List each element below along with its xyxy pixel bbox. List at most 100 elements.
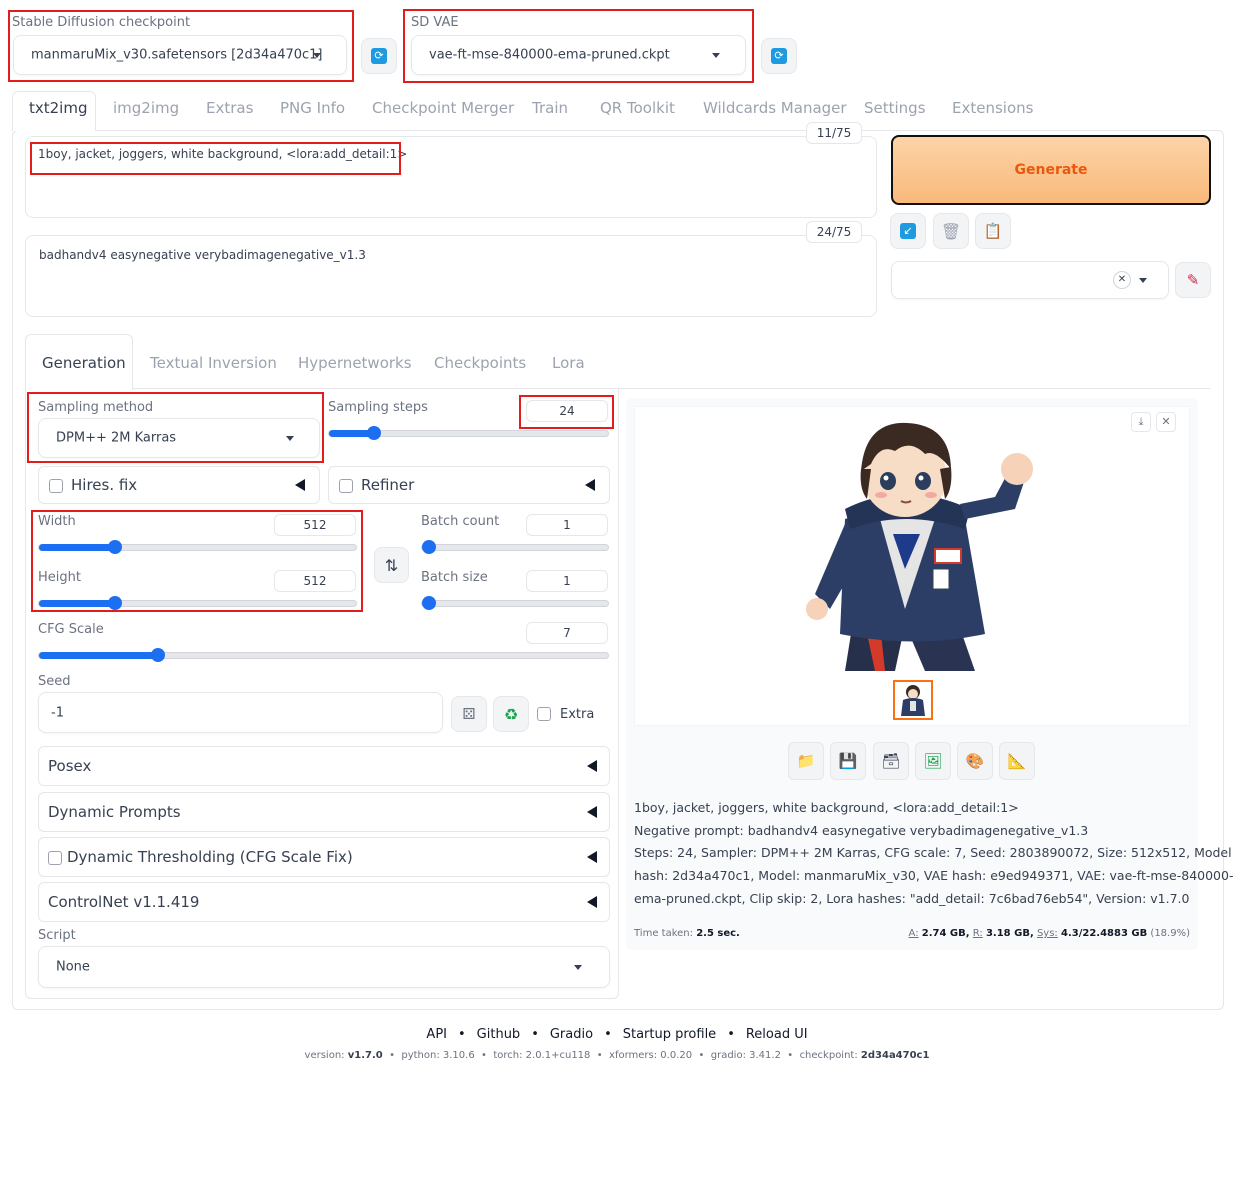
close-icon[interactable]: ✕ bbox=[1156, 412, 1176, 432]
image-icon: 🖼 bbox=[923, 752, 943, 770]
tab-checkpoint-merger[interactable]: Checkpoint Merger bbox=[372, 99, 514, 117]
dice-icon: ⚄ bbox=[462, 705, 476, 723]
send-to-img2img-button[interactable]: 🖼 bbox=[915, 742, 951, 780]
width-thumb[interactable] bbox=[108, 540, 122, 554]
width-slider[interactable] bbox=[38, 540, 357, 554]
tab-settings[interactable]: Settings bbox=[864, 99, 926, 117]
batch-size-thumb[interactable] bbox=[422, 596, 436, 610]
batch-size-label: Batch size bbox=[421, 570, 488, 585]
extra-seed-checkbox[interactable] bbox=[537, 707, 551, 721]
footer-link-reload-ui[interactable]: Reload UI bbox=[746, 1027, 808, 1042]
tab-img2img[interactable]: img2img bbox=[113, 99, 179, 117]
clear-prompt-button[interactable]: 🗑 bbox=[933, 213, 969, 249]
refiner-checkbox[interactable] bbox=[339, 479, 353, 493]
archive-icon: 🗃 bbox=[881, 752, 901, 770]
download-icon[interactable]: ⤓ bbox=[1131, 412, 1151, 432]
reuse-seed-button[interactable]: ♻ bbox=[493, 696, 529, 732]
generated-image[interactable] bbox=[785, 409, 1041, 671]
controlnet-label: ControlNet v1.1.419 bbox=[48, 893, 200, 911]
generate-button[interactable]: Generate bbox=[891, 135, 1211, 205]
seed-input[interactable]: -1 bbox=[38, 692, 443, 733]
refiner-label: Refiner bbox=[361, 476, 415, 494]
hires-fix-accordion[interactable]: Hires. fix bbox=[38, 466, 320, 504]
tab-qr-toolkit[interactable]: QR Toolkit bbox=[600, 99, 675, 117]
width-input[interactable]: 512 bbox=[274, 514, 356, 536]
ruler-icon: 📐 bbox=[1007, 752, 1027, 770]
cfg-scale-input[interactable]: 7 bbox=[526, 622, 608, 644]
seed-label: Seed bbox=[38, 674, 71, 689]
save-button[interactable]: 💾 bbox=[830, 742, 866, 780]
info-line-1: 1boy, jacket, joggers, white background,… bbox=[634, 800, 1019, 815]
refresh-checkpoint-button[interactable]: ⟳ bbox=[361, 38, 397, 74]
batch-size-slider[interactable] bbox=[421, 596, 609, 610]
tab-png-info[interactable]: PNG Info bbox=[280, 99, 345, 117]
tab-wildcards-manager[interactable]: Wildcards Manager bbox=[703, 99, 847, 117]
gallery[interactable]: ⤓ ✕ bbox=[634, 406, 1190, 726]
tab-checkpoints[interactable]: Checkpoints bbox=[434, 354, 526, 372]
refresh-vae-button[interactable]: ⟳ bbox=[761, 38, 797, 74]
tab-txt2img[interactable]: txt2img bbox=[29, 99, 87, 117]
dynamic-thresholding-accordion[interactable]: Dynamic Thresholding (CFG Scale Fix) bbox=[38, 837, 610, 877]
send-to-inpaint-button[interactable]: 🎨 bbox=[957, 742, 993, 780]
sampling-steps-input[interactable]: 24 bbox=[526, 400, 608, 422]
posex-accordion[interactable]: Posex bbox=[38, 746, 610, 786]
hires-fix-checkbox[interactable] bbox=[49, 479, 63, 493]
refiner-accordion[interactable]: Refiner bbox=[328, 466, 610, 504]
checkpoint-dropdown[interactable]: manmaruMix_v30.safetensors [2d34a470c1] bbox=[13, 35, 347, 75]
vae-dropdown[interactable]: vae-ft-mse-840000-ema-pruned.ckpt bbox=[411, 35, 746, 75]
version-info: version: v1.7.0 • python: 3.10.6 • torch… bbox=[304, 1050, 930, 1061]
batch-count-input[interactable]: 1 bbox=[526, 514, 608, 536]
sampling-steps-slider[interactable] bbox=[328, 426, 609, 440]
height-label: Height bbox=[38, 570, 81, 585]
batch-count-slider[interactable] bbox=[421, 540, 609, 554]
footer-link-startup-profile[interactable]: Startup profile bbox=[623, 1027, 716, 1042]
read-params-button[interactable]: ↙ bbox=[890, 213, 926, 249]
dynamic-thresholding-checkbox[interactable] bbox=[48, 851, 62, 865]
close-icon[interactable]: ✕ bbox=[1113, 271, 1131, 289]
tab-generation[interactable]: Generation bbox=[42, 354, 126, 372]
height-slider[interactable] bbox=[38, 596, 357, 610]
cfg-scale-thumb[interactable] bbox=[151, 648, 165, 662]
collapse-icon bbox=[295, 479, 305, 491]
batch-count-thumb[interactable] bbox=[422, 540, 436, 554]
sampling-steps-label: Sampling steps bbox=[328, 400, 428, 415]
footer-link-gradio[interactable]: Gradio bbox=[550, 1027, 593, 1042]
sampling-steps-thumb[interactable] bbox=[367, 426, 381, 440]
send-to-extras-button[interactable]: 📐 bbox=[999, 742, 1035, 780]
sampling-method-dropdown[interactable]: DPM++ 2M Karras bbox=[38, 418, 320, 458]
batch-size-input[interactable]: 1 bbox=[526, 570, 608, 592]
info-line-3: Steps: 24, Sampler: DPM++ 2M Karras, CFG… bbox=[634, 845, 1232, 860]
mem-r-value: 3.18 GB, bbox=[985, 928, 1034, 939]
tab-hypernetworks[interactable]: Hypernetworks bbox=[298, 354, 412, 372]
tab-train[interactable]: Train bbox=[532, 99, 568, 117]
height-input[interactable]: 512 bbox=[274, 570, 356, 592]
thumbnail[interactable] bbox=[893, 680, 933, 720]
footer-link-github[interactable]: Github bbox=[477, 1027, 521, 1042]
styles-dropdown[interactable]: ✕ bbox=[891, 261, 1169, 299]
footer-link-api[interactable]: API bbox=[426, 1027, 447, 1042]
cfg-scale-slider[interactable] bbox=[38, 648, 609, 662]
refresh-icon: ⟳ bbox=[771, 48, 787, 64]
tab-lora[interactable]: Lora bbox=[552, 354, 585, 372]
palette-icon: 🎨 bbox=[965, 752, 985, 770]
tab-textual-inversion[interactable]: Textual Inversion bbox=[150, 354, 277, 372]
dynamic-prompts-accordion[interactable]: Dynamic Prompts bbox=[38, 792, 610, 832]
apply-style-button[interactable]: 📋 bbox=[975, 213, 1011, 249]
tab-extras[interactable]: Extras bbox=[206, 99, 253, 117]
checkpoint-value: manmaruMix_v30.safetensors [2d34a470c1] bbox=[31, 47, 323, 63]
zip-button[interactable]: 🗃 bbox=[873, 742, 909, 780]
edit-style-button[interactable]: ✎ bbox=[1175, 262, 1211, 298]
time-taken: Time taken: 2.5 sec. bbox=[634, 928, 740, 939]
swap-dimensions-button[interactable]: ⇅ bbox=[374, 547, 409, 583]
batch-count-label: Batch count bbox=[421, 514, 500, 529]
tab-extensions[interactable]: Extensions bbox=[952, 99, 1033, 117]
random-seed-button[interactable]: ⚄ bbox=[451, 696, 487, 732]
controlnet-accordion[interactable]: ControlNet v1.1.419 bbox=[38, 882, 610, 922]
negative-prompt-input[interactable]: badhandv4 easynegative verybadimagenegat… bbox=[25, 235, 877, 317]
chevron-down-icon bbox=[1139, 278, 1147, 283]
positive-prompt-input[interactable]: 1boy, jacket, joggers, white background,… bbox=[25, 136, 877, 218]
height-thumb[interactable] bbox=[108, 596, 122, 610]
open-folder-button[interactable]: 📁 bbox=[788, 742, 824, 780]
trash-icon: 🗑 bbox=[940, 221, 962, 241]
script-dropdown[interactable]: None bbox=[38, 946, 610, 988]
